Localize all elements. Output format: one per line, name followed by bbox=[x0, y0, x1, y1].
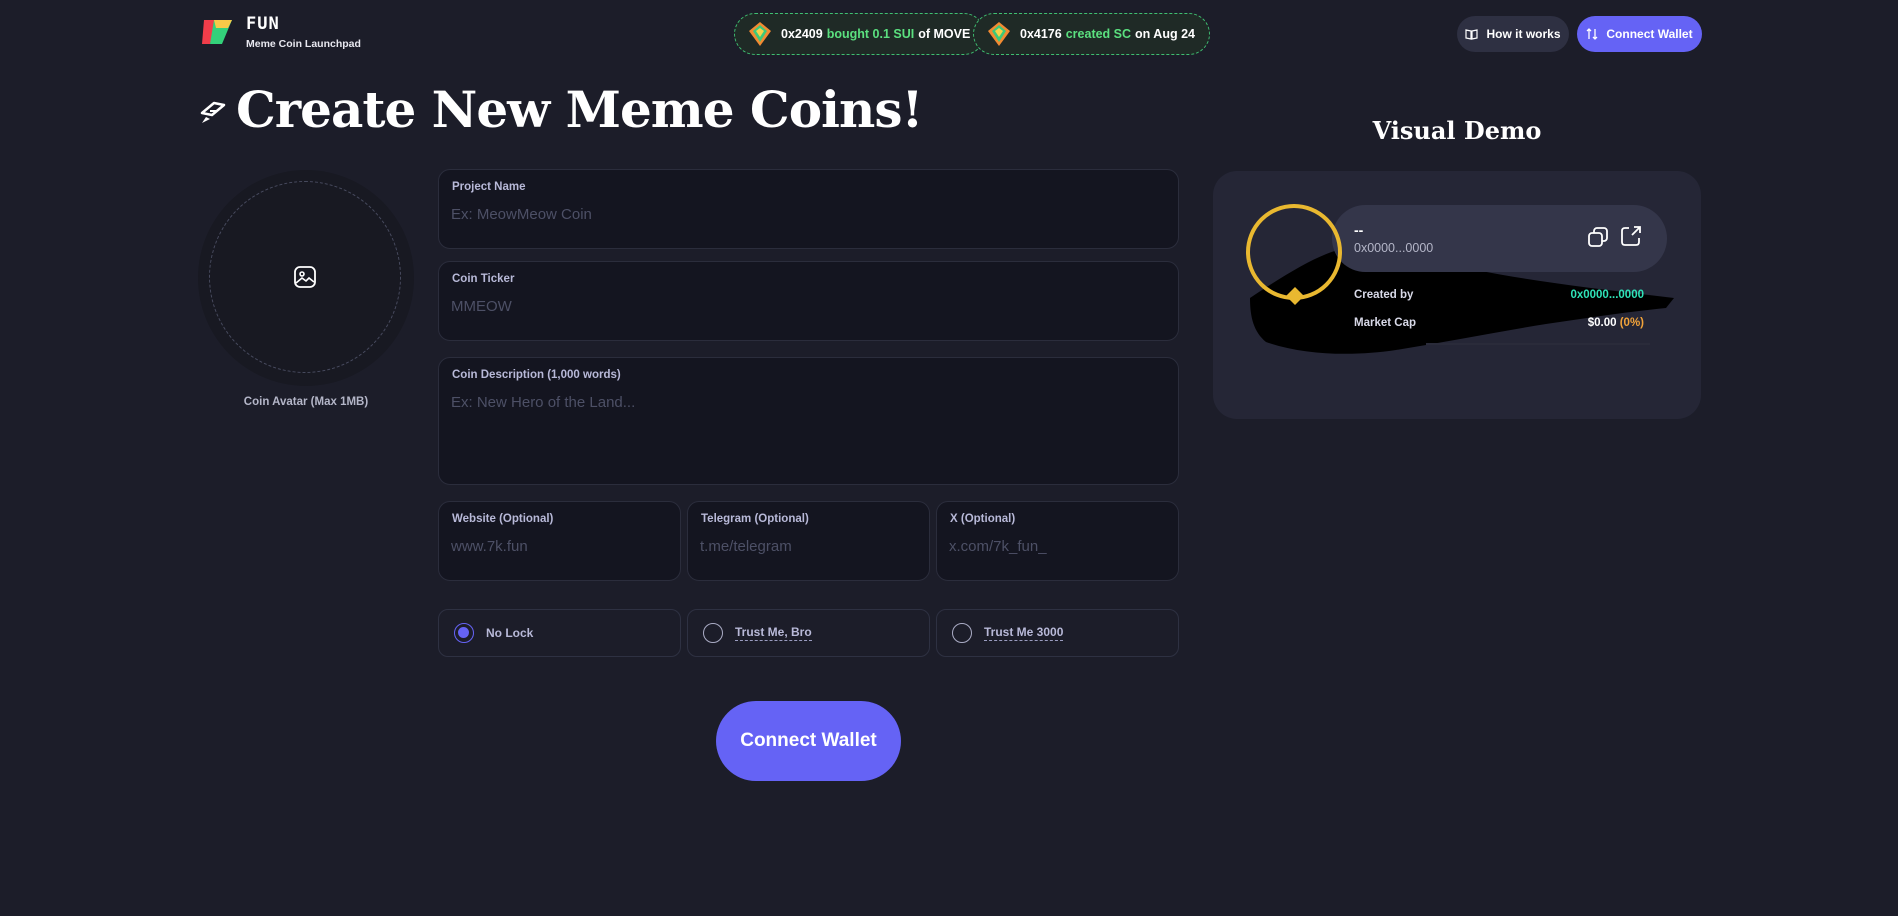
how-it-works-button[interactable]: How it works bbox=[1457, 16, 1569, 52]
ticker-address: 0x4176 bbox=[1020, 27, 1062, 41]
copy-icon[interactable] bbox=[1587, 226, 1609, 248]
gem-icon bbox=[749, 22, 771, 46]
ticker-action: bought 0.1 SUI bbox=[826, 27, 915, 41]
telegram-field[interactable]: Telegram (Optional) bbox=[687, 501, 930, 581]
lock-option-trust-me-bro[interactable]: Trust Me, Bro bbox=[687, 609, 930, 657]
demo-market-cap: $0.00 (0%) bbox=[1500, 317, 1644, 329]
activity-ticker-2[interactable]: 0x4176 created SC on Aug 24 bbox=[973, 13, 1210, 55]
demo-created-by-value: 0x0000...0000 bbox=[1570, 289, 1644, 301]
coin-description-input[interactable] bbox=[451, 394, 1164, 464]
x-field[interactable]: X (Optional) bbox=[936, 501, 1179, 581]
telegram-label: Telegram (Optional) bbox=[701, 513, 809, 525]
coin-description-field[interactable]: Coin Description (1,000 words) bbox=[438, 357, 1179, 485]
activity-ticker-1[interactable]: 0x2409 bought 0.1 SUI of MOVE bbox=[734, 13, 986, 55]
book-icon bbox=[1465, 29, 1479, 40]
coin-ticker-label: Coin Ticker bbox=[452, 273, 515, 285]
image-upload-icon[interactable] bbox=[293, 265, 317, 289]
demo-market-cap-change: (0%) bbox=[1619, 317, 1644, 329]
ticker-suffix: of MOVE bbox=[918, 27, 971, 41]
telegram-input[interactable] bbox=[700, 538, 915, 555]
project-name-field[interactable]: Project Name bbox=[438, 169, 1179, 249]
lock-option-label[interactable]: Trust Me, Bro bbox=[735, 625, 812, 641]
demo-market-cap-label: Market Cap bbox=[1354, 317, 1416, 329]
website-label: Website (Optional) bbox=[452, 513, 554, 525]
page-title: Create New Meme Coins! bbox=[236, 80, 923, 139]
connect-wallet-header-label: Connect Wallet bbox=[1606, 27, 1693, 41]
demo-coin-pill bbox=[1332, 205, 1667, 272]
visual-demo-title: Visual Demo bbox=[1372, 116, 1542, 145]
website-input[interactable] bbox=[451, 538, 666, 555]
website-field[interactable]: Website (Optional) bbox=[438, 501, 681, 581]
radio-button[interactable] bbox=[703, 623, 723, 643]
pen-icon bbox=[200, 101, 226, 123]
radio-button[interactable] bbox=[952, 623, 972, 643]
diamond-icon bbox=[1286, 287, 1304, 305]
external-link-icon[interactable] bbox=[1619, 224, 1643, 248]
how-it-works-label: How it works bbox=[1486, 27, 1561, 41]
demo-coin-address: 0x0000...0000 bbox=[1354, 241, 1434, 255]
ticker-action: created SC bbox=[1065, 27, 1132, 41]
coin-description-label: Coin Description (1,000 words) bbox=[452, 369, 621, 381]
connect-wallet-submit-button[interactable]: Connect Wallet bbox=[716, 701, 901, 781]
connect-wallet-header-button[interactable]: Connect Wallet bbox=[1577, 16, 1702, 52]
ticker-suffix: on Aug 24 bbox=[1135, 27, 1195, 41]
7k-logo-icon[interactable] bbox=[202, 18, 234, 46]
x-label: X (Optional) bbox=[950, 513, 1016, 525]
x-input[interactable] bbox=[949, 538, 1164, 555]
demo-created-by-label: Created by bbox=[1354, 289, 1414, 301]
demo-market-cap-value: $0.00 bbox=[1587, 317, 1617, 329]
lock-option-label: No Lock bbox=[486, 626, 534, 640]
swap-icon bbox=[1586, 28, 1598, 40]
avatar-label: Coin Avatar (Max 1MB) bbox=[243, 396, 369, 408]
ticker-address: 0x2409 bbox=[781, 27, 823, 41]
lock-option-no-lock[interactable]: No Lock bbox=[438, 609, 681, 657]
lock-option-trust-me-3000[interactable]: Trust Me 3000 bbox=[936, 609, 1179, 657]
project-name-label: Project Name bbox=[452, 181, 526, 193]
radio-button-selected[interactable] bbox=[454, 623, 474, 643]
brand-name[interactable]: FUN bbox=[246, 14, 280, 34]
coin-ticker-field[interactable]: Coin Ticker bbox=[438, 261, 1179, 341]
brand-tagline: Meme Coin Launchpad bbox=[246, 38, 361, 50]
project-name-input[interactable] bbox=[451, 206, 1164, 223]
lock-option-label[interactable]: Trust Me 3000 bbox=[984, 625, 1064, 641]
coin-ticker-input[interactable] bbox=[451, 298, 1164, 315]
demo-coin-name: -- bbox=[1354, 222, 1364, 238]
gem-icon bbox=[988, 22, 1010, 46]
